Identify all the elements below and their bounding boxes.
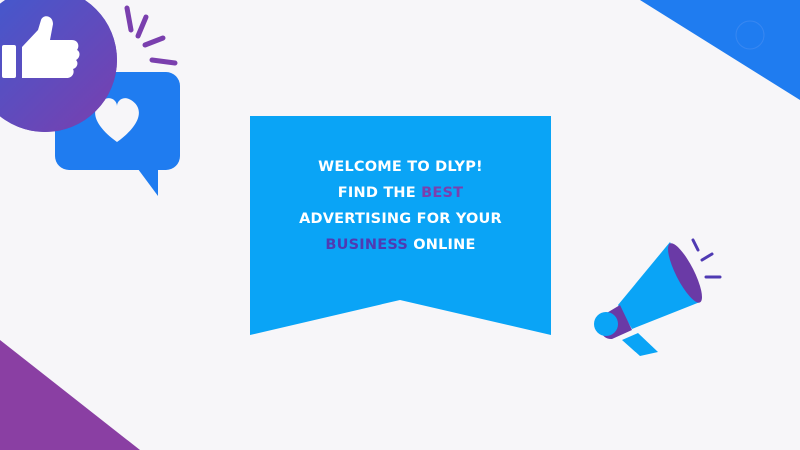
megaphone-icon bbox=[594, 238, 722, 356]
bottom-left-corner-shape bbox=[0, 340, 140, 450]
banner-headline: WELCOME TO DLYP! FIND THE BEST ADVERTISI… bbox=[250, 154, 551, 258]
highlight-business: BUSINESS bbox=[325, 237, 408, 253]
highlight-best: BEST bbox=[421, 185, 464, 201]
top-right-corner-shape bbox=[640, 0, 800, 100]
banner-line-2: FIND THE BEST bbox=[337, 185, 464, 201]
burst-lines bbox=[124, 5, 178, 66]
like-graphic bbox=[0, 0, 180, 196]
banner-line-4: BUSINESS ONLINE bbox=[325, 237, 476, 253]
welcome-banner: WELCOME TO DLYP! FIND THE BEST ADVERTISI… bbox=[250, 116, 551, 335]
banner-line-3: ADVERTISING FOR YOUR bbox=[299, 211, 502, 227]
banner-line-1: WELCOME TO DLYP! bbox=[318, 159, 483, 175]
